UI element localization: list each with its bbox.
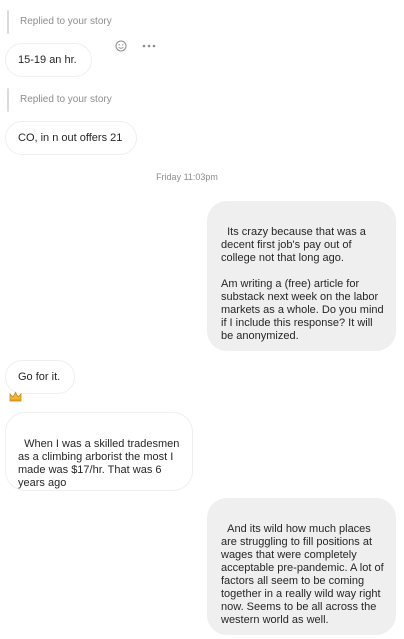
message-text: And its wild how much places are struggl…	[221, 523, 387, 626]
message-text: CO, in n out offers 21	[18, 131, 123, 144]
message-text: When I was a skilled tradesmen as a clim…	[18, 438, 183, 489]
reply-label: Replied to your story	[20, 16, 112, 27]
more-dots-icon[interactable]	[142, 43, 156, 49]
smiley-icon[interactable]	[115, 40, 127, 52]
reply-indicator-bar	[7, 88, 9, 112]
outgoing-message[interactable]: Its crazy because that was a decent firs…	[207, 201, 396, 351]
message-text: Go for it.	[18, 370, 61, 383]
reply-indicator-bar	[7, 10, 9, 34]
message-text: Its crazy because that was a decent firs…	[221, 226, 384, 342]
outgoing-message[interactable]: And its wild how much places are struggl…	[207, 498, 396, 635]
crown-emoji-icon	[9, 391, 22, 402]
incoming-message[interactable]: 15-19 an hr.	[5, 43, 92, 77]
reply-label: Replied to your story	[20, 94, 112, 105]
timestamp-divider: Friday 11:03pm	[156, 172, 218, 182]
incoming-message[interactable]: Go for it.	[5, 360, 75, 394]
incoming-message[interactable]: CO, in n out offers 21	[5, 121, 137, 155]
incoming-message[interactable]: When I was a skilled tradesmen as a clim…	[5, 412, 193, 491]
message-text: 15-19 an hr.	[18, 53, 77, 66]
